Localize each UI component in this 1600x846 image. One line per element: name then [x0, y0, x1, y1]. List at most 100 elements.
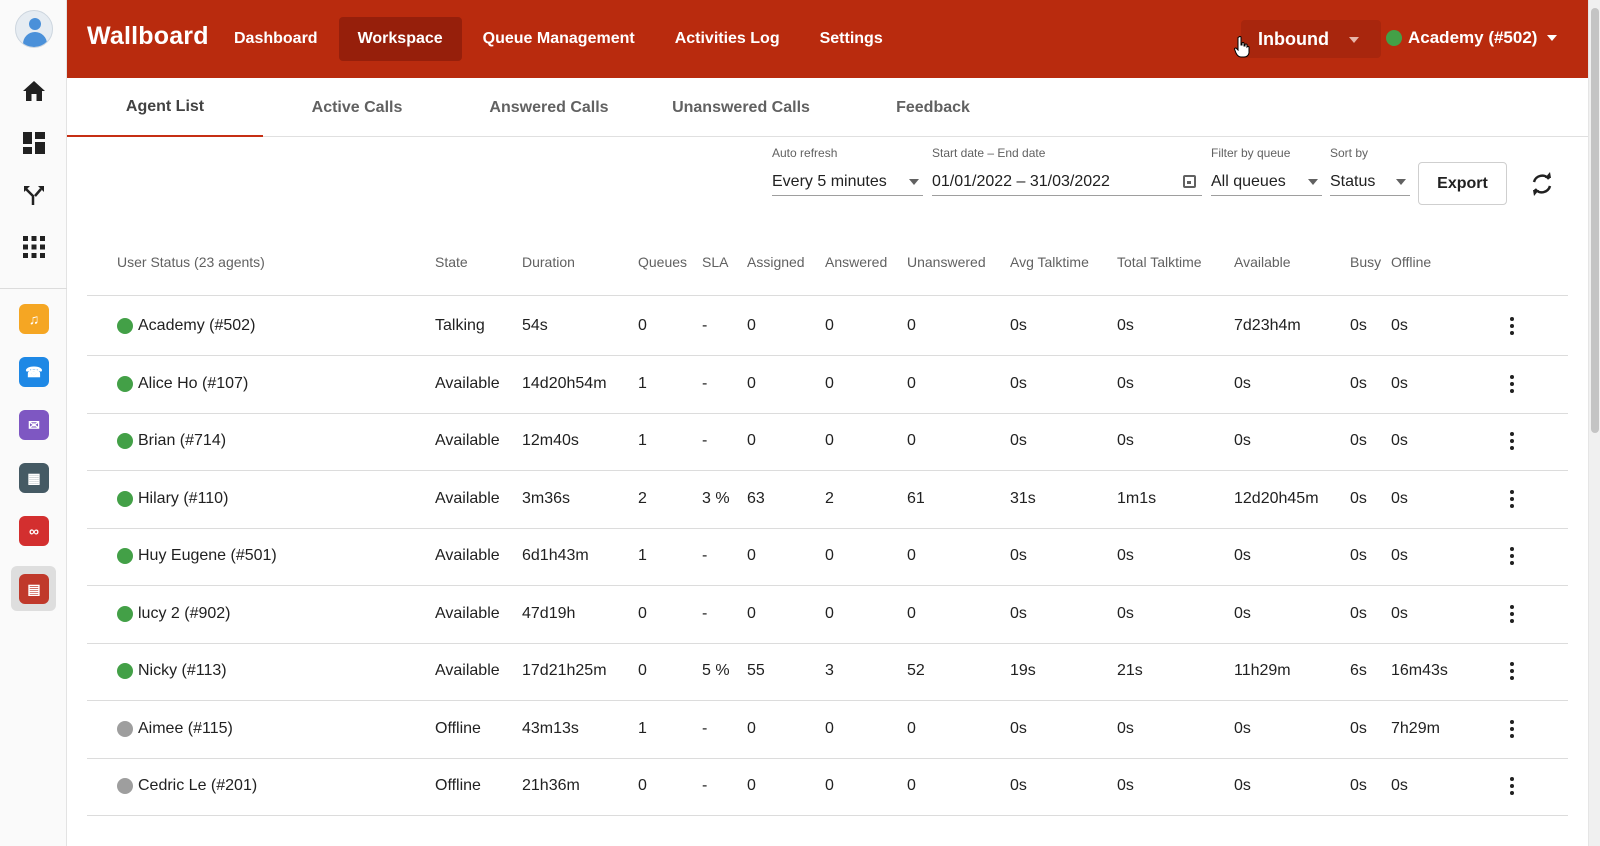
table-row[interactable]: Brian (#714) Available 12m40s 1 - 0 0 0 0s 0s 0s 0s… — [87, 412, 1568, 471]
account-dropdown[interactable]: Academy (#502) — [1386, 28, 1558, 48]
nav-workspace[interactable]: Workspace — [338, 17, 462, 61]
nav-dashboard[interactable]: Dashboard — [215, 17, 337, 61]
home-icon[interactable] — [19, 76, 49, 106]
cell-queues: 1 — [638, 432, 647, 449]
cell-total-talktime: 0s — [1117, 547, 1134, 564]
cell-busy: 0s — [1350, 317, 1367, 334]
cell-offline: 7h29m — [1391, 719, 1440, 737]
cell-state: Available — [435, 489, 500, 507]
refresh-icon[interactable] — [1528, 170, 1556, 198]
cell-duration: 17d21h25m — [522, 662, 607, 679]
col-duration[interactable]: Duration — [522, 254, 575, 270]
nav-settings[interactable]: Settings — [801, 17, 902, 61]
table-row[interactable]: Cedric Le (#201) Offline 21h36m 0 - 0 0 0 0s 0s 0s… — [87, 757, 1568, 816]
chevron-down-icon — [1308, 179, 1318, 185]
tab-answered-calls[interactable]: Answered Calls — [451, 78, 647, 137]
col-state[interactable]: State — [435, 254, 468, 270]
table-row[interactable]: Aimee (#115) Offline 43m13s 1 - 0 0 0 0s 0s 0s 0s 7h… — [87, 700, 1568, 759]
date-range-picker[interactable]: Start date – End date 01/01/2022 – 31/03… — [932, 146, 1202, 196]
cell-sla: 3 % — [702, 489, 730, 507]
tab-active-calls[interactable]: Active Calls — [259, 78, 455, 137]
col-unanswered[interactable]: Unanswered — [907, 254, 986, 270]
status-dot-icon — [117, 548, 133, 564]
agent-name-cell: Hilary (#110) — [117, 490, 228, 508]
more-vert-icon[interactable] — [1504, 545, 1520, 567]
cell-total-talktime: 0s — [1117, 719, 1134, 737]
more-vert-icon[interactable] — [1504, 775, 1520, 797]
nav-activities-log[interactable]: Activities Log — [656, 17, 799, 61]
col-assigned[interactable]: Assigned — [747, 254, 805, 270]
headset-app-icon[interactable]: ♫ — [19, 304, 49, 334]
cell-sla: - — [702, 432, 708, 449]
tab-agent-list[interactable]: Agent List — [67, 78, 263, 137]
table-row[interactable]: Nicky (#113) Available 17d21h25m 0 5 % 55 3 52 1… — [87, 642, 1568, 701]
auto-refresh-select[interactable]: Auto refresh Every 5 minutes — [772, 146, 923, 196]
cell-answered: 0 — [825, 547, 834, 564]
direction-dropdown[interactable]: Inbound — [1241, 20, 1381, 58]
col-available[interactable]: Available — [1234, 254, 1291, 270]
account-label: Academy (#502) — [1408, 28, 1538, 47]
agent-name-cell: Aimee (#115) — [117, 720, 233, 738]
mail-app-icon[interactable]: ✉ — [19, 410, 49, 440]
tab-unanswered-calls[interactable]: Unanswered Calls — [643, 78, 839, 137]
cell-sla: - — [702, 604, 708, 622]
wallboard-app-icon[interactable]: ▤ — [19, 574, 49, 604]
col-offline[interactable]: Offline — [1391, 254, 1431, 270]
table-header: User Status (23 agents) State Duration Q… — [87, 248, 1568, 296]
table-row[interactable]: lucy 2 (#902) Available 47d19h 0 - 0 0 0 0s 0s 0s 0… — [87, 585, 1568, 644]
cell-sla: - — [702, 317, 708, 334]
col-total-talktime[interactable]: Total Talktime — [1117, 254, 1202, 270]
sort-by-select[interactable]: Sort by Status — [1330, 146, 1410, 196]
more-vert-icon[interactable] — [1504, 373, 1520, 395]
cell-answered: 2 — [825, 489, 834, 507]
cell-state: Offline — [435, 719, 481, 737]
cell-offline: 0s — [1391, 604, 1408, 622]
auto-refresh-label: Auto refresh — [772, 146, 838, 160]
cell-state: Talking — [435, 317, 485, 334]
call-flow-icon[interactable] — [19, 180, 49, 210]
cell-queues: 2 — [638, 489, 647, 507]
nav-queue-management[interactable]: Queue Management — [464, 17, 654, 61]
voicemail-app-icon[interactable]: ∞ — [19, 516, 49, 546]
scrollbar-thumb[interactable] — [1591, 8, 1599, 433]
cell-assigned: 63 — [747, 489, 765, 507]
table-row[interactable]: Hilary (#110) Available 3m36s 2 3 % 63 2 61 31s 1… — [87, 470, 1568, 529]
col-avg-talktime[interactable]: Avg Talktime — [1010, 254, 1089, 270]
more-vert-icon[interactable] — [1504, 660, 1520, 682]
more-vert-icon[interactable] — [1504, 603, 1520, 625]
apps-grid-icon[interactable] — [19, 232, 49, 262]
cell-answered: 0 — [825, 374, 834, 392]
more-vert-icon[interactable] — [1504, 430, 1520, 452]
cell-unanswered: 0 — [907, 604, 916, 622]
phone-app-icon[interactable]: ☎ — [19, 357, 49, 387]
cell-avg-talktime: 0s — [1010, 719, 1027, 737]
dashboard-icon[interactable] — [19, 128, 49, 158]
status-dot-icon — [117, 720, 133, 737]
page-scrollbar[interactable] — [1588, 0, 1600, 846]
queue-filter-select[interactable]: Filter by queue All queues — [1211, 146, 1322, 196]
col-answered[interactable]: Answered — [825, 254, 887, 270]
col-busy[interactable]: Busy — [1350, 254, 1381, 270]
cell-answered: 3 — [825, 662, 834, 679]
agent-name-cell: Alice Ho (#107) — [117, 375, 248, 393]
tab-feedback[interactable]: Feedback — [835, 78, 1031, 137]
more-vert-icon[interactable] — [1504, 315, 1520, 337]
table-row[interactable]: Academy (#502) Talking 54s 0 - 0 0 0 0s 0s 7d23h4m… — [87, 297, 1568, 356]
cell-answered: 0 — [825, 432, 834, 449]
export-button[interactable]: Export — [1418, 162, 1507, 205]
cell-assigned: 0 — [747, 604, 756, 622]
col-queues[interactable]: Queues — [638, 254, 687, 270]
cell-total-talktime: 21s — [1117, 662, 1143, 679]
table-row[interactable]: Alice Ho (#107) Available 14d20h54m 1 - 0 0 0 0s… — [87, 355, 1568, 414]
cell-unanswered: 0 — [907, 374, 916, 392]
cell-total-talktime: 0s — [1117, 604, 1134, 622]
col-user-status[interactable]: User Status (23 agents) — [117, 254, 265, 270]
user-avatar[interactable] — [15, 10, 53, 48]
cell-total-talktime: 0s — [1117, 432, 1134, 449]
col-sla[interactable]: SLA — [702, 254, 728, 270]
more-vert-icon[interactable] — [1504, 488, 1520, 510]
more-vert-icon[interactable] — [1504, 718, 1520, 740]
calendar-icon[interactable] — [1183, 175, 1196, 188]
table-row[interactable]: Huy Eugene (#501) Available 6d1h43m 1 - 0 0 0 0s… — [87, 527, 1568, 586]
voip-phone-app-icon[interactable]: ▦ — [19, 463, 49, 493]
